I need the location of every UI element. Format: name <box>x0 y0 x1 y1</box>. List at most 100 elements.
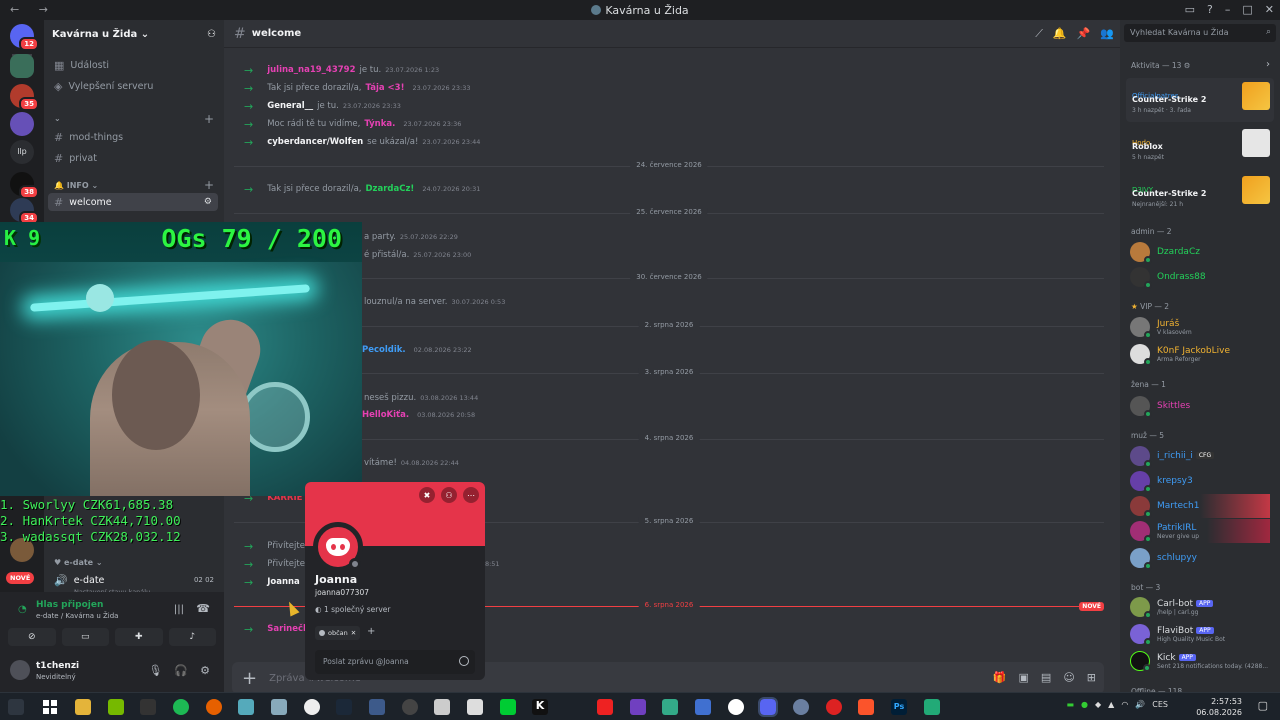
message-author[interactable]: DzardaCz! <box>366 184 415 194</box>
member-item[interactable]: Carl-bot APP/help | carl.gg <box>1130 595 1214 619</box>
screen-share-button[interactable]: ▭ <box>61 628 109 646</box>
message-author[interactable]: Sarinečk <box>267 624 308 634</box>
tray-icon[interactable]: ● <box>1081 700 1088 709</box>
member-item[interactable]: Skittles <box>1130 394 1190 418</box>
voice-channel-edate[interactable]: 🔊 e-date 02 02 <box>48 571 218 589</box>
message-author[interactable]: Tája <3! <box>366 83 405 93</box>
member-item[interactable]: FlaviBot APP High Quality Music Bot <box>1130 622 1225 646</box>
file-explorer-icon[interactable] <box>75 699 91 715</box>
remove-role-icon[interactable]: ✕ <box>351 629 356 637</box>
emoji-icon[interactable]: ☺ <box>1063 671 1074 684</box>
attach-plus-icon[interactable]: + <box>242 668 257 689</box>
tray-icon[interactable]: ◆ <box>1095 700 1101 709</box>
emoji-icon[interactable] <box>459 656 469 666</box>
firefox-icon[interactable] <box>206 699 222 715</box>
clock-app-icon[interactable] <box>304 699 320 715</box>
app-icon[interactable] <box>695 699 711 715</box>
app-icon[interactable] <box>662 699 678 715</box>
dm-message-input[interactable]: Poslat zprávu @Joanna <box>315 650 475 674</box>
server-5[interactable]: 38 <box>10 172 39 199</box>
sidebar-item-boost[interactable]: ◈ Vylepšení serveru <box>48 77 218 95</box>
minimize-button[interactable]: – <box>1225 3 1231 16</box>
help-icon[interactable]: ? <box>1207 3 1213 16</box>
terminal-icon[interactable] <box>140 699 156 715</box>
microphone-icon[interactable]: 🎙 <box>148 664 162 677</box>
server-kavarna[interactable] <box>10 54 34 78</box>
voice-status[interactable]: Hlas připojen <box>36 600 103 610</box>
app-icon[interactable] <box>924 699 940 715</box>
message-author[interactable]: cyberdancer/Wolfen <box>267 137 363 147</box>
gift-icon[interactable]: 🎁 <box>993 671 1007 684</box>
member-item[interactable]: Juráš V klasovém <box>1130 315 1192 339</box>
volume-icon[interactable]: 🔊 <box>1135 700 1145 709</box>
add-role-icon[interactable]: + <box>367 626 375 637</box>
system-clock[interactable]: 2:57:53 06.08.2026 <box>1196 696 1242 718</box>
voice-channel-path[interactable]: e-date / Kavárna u Žida <box>36 612 118 620</box>
tray-icon[interactable]: ▲ <box>1108 700 1114 709</box>
more-icon[interactable]: ⋯ <box>463 487 479 503</box>
inbox-icon[interactable]: ▭ <box>1185 3 1195 16</box>
app-icon[interactable] <box>630 699 646 715</box>
channel-welcome[interactable]: # welcome ⚙ <box>48 193 218 211</box>
channel-settings-icon[interactable]: ⚙ <box>204 197 212 207</box>
threads-icon[interactable]: ⟋ <box>1035 27 1043 41</box>
language-indicator[interactable]: CES <box>1152 700 1168 709</box>
add-friend-icon[interactable]: ⚇ <box>441 487 457 503</box>
notification-bell-icon[interactable]: 🔔 <box>1053 27 1067 41</box>
camera-off-button[interactable]: ⊘ <box>8 628 56 646</box>
channel-privat[interactable]: # privat <box>48 149 218 167</box>
add-channel-icon[interactable]: + <box>204 178 214 192</box>
server-2[interactable]: 35 <box>10 84 39 111</box>
add-channel-icon[interactable]: + <box>204 112 214 126</box>
member-item[interactable]: Ondrass88 <box>1130 265 1206 289</box>
dm-home-icon[interactable]: 12 <box>10 24 39 51</box>
member-list-icon[interactable]: 👥 <box>1100 27 1114 41</box>
app-icon[interactable] <box>271 699 287 715</box>
kick-icon[interactable]: K <box>532 699 548 715</box>
category-info[interactable]: 🔔 INFO ⌄ <box>54 181 98 190</box>
sidebar-item-events[interactable]: ▦ Události <box>48 56 218 74</box>
tray-icon[interactable]: ▬ <box>1066 700 1074 709</box>
widgets-icon[interactable] <box>8 699 24 715</box>
member-item[interactable]: K0nF JackobLive Arma Reforger <box>1130 342 1230 366</box>
server-llp[interactable]: llp <box>10 140 34 164</box>
member-item[interactable]: Martech1 <box>1130 494 1270 518</box>
new-badge[interactable]: NOVÉ <box>6 572 35 584</box>
discord-icon[interactable] <box>758 697 778 717</box>
apps-icon[interactable]: ⊞ <box>1087 671 1096 684</box>
mute-icon[interactable]: ✖ <box>419 487 435 503</box>
photoshop-icon[interactable]: Ps <box>891 699 907 715</box>
app-icon[interactable] <box>793 699 809 715</box>
app-icon[interactable] <box>238 699 254 715</box>
avatar[interactable] <box>10 660 30 680</box>
app-icon[interactable] <box>369 699 385 715</box>
sticker-icon[interactable]: ▤ <box>1041 671 1051 684</box>
channel-mod-things[interactable]: # mod-things <box>48 128 218 146</box>
spotify-icon[interactable] <box>173 699 189 715</box>
user-name[interactable]: t1chenzi <box>36 661 79 671</box>
activity-card[interactable]: D3JVY Counter-Strike 2 Nejnranější: 21 h <box>1126 172 1274 216</box>
invite-icon[interactable]: ⚇ <box>207 29 216 40</box>
message-author[interactable]: julina_na19_43792 <box>267 65 355 75</box>
app-icon[interactable] <box>597 699 613 715</box>
server-6[interactable]: 34 <box>10 198 39 225</box>
activity-card[interactable]: Officialpatres Counter-Strike 2 3 h nazp… <box>1126 78 1274 122</box>
message-author[interactable]: HelloKiťa. <box>362 410 409 420</box>
gear-icon[interactable]: ⚙ <box>200 664 210 677</box>
message-author[interactable]: Týnka. <box>364 119 395 129</box>
obs-icon[interactable] <box>402 699 418 715</box>
brave-icon[interactable] <box>858 699 874 715</box>
soundboard-button[interactable]: ♪ <box>168 628 216 646</box>
app-icon[interactable] <box>467 699 483 715</box>
server-3[interactable] <box>10 112 34 136</box>
headphones-icon[interactable]: 🎧 <box>174 664 188 677</box>
activity-card[interactable]: Hodo Roblox 5 h nazpět <box>1126 125 1274 169</box>
disconnect-icon[interactable]: ☎ <box>196 602 210 615</box>
gif-icon[interactable]: ▣ <box>1019 671 1029 684</box>
wifi-icon[interactable]: ◠ <box>1121 700 1128 709</box>
member-item[interactable]: krepsy3 <box>1130 469 1193 493</box>
message-author[interactable]: Joanna <box>267 577 300 587</box>
member-item[interactable]: Kick APP Sent 218 notifications today. (42… <box>1130 649 1268 673</box>
activities-button[interactable]: ✚ <box>115 628 163 646</box>
steam-icon[interactable] <box>336 699 352 715</box>
